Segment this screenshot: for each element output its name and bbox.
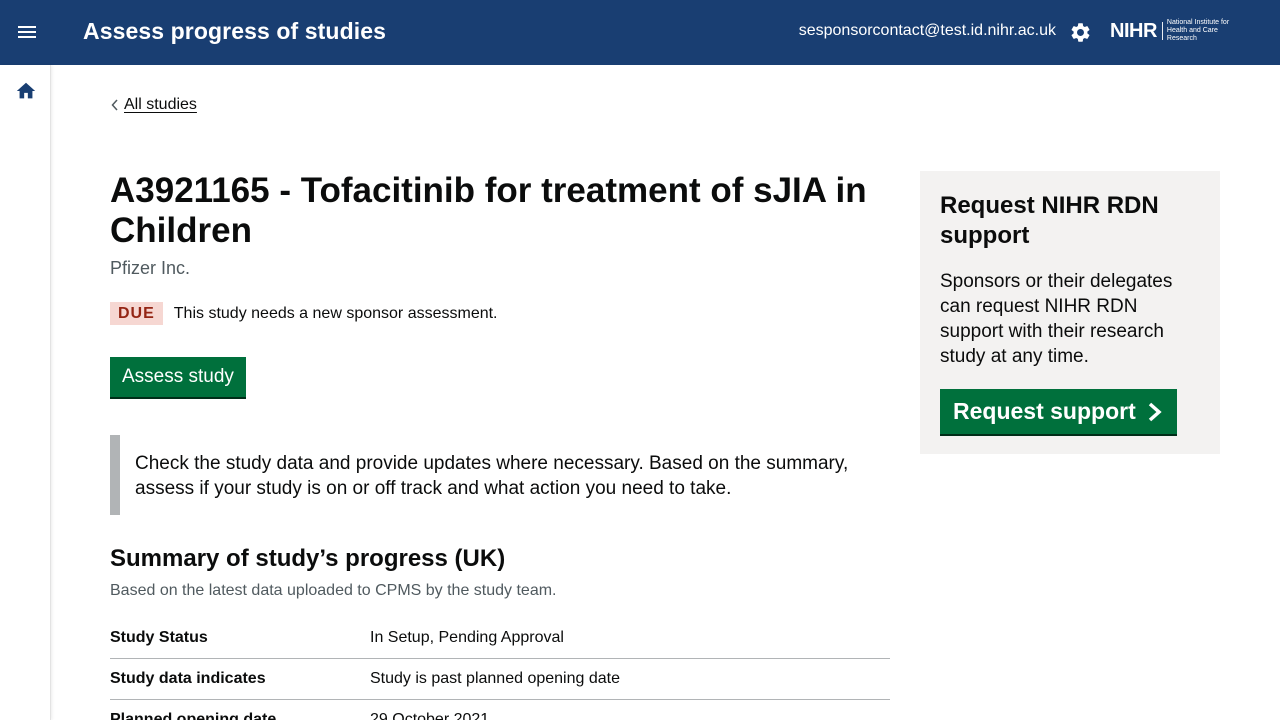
summary-value: Study is past planned opening date (370, 670, 620, 687)
summary-row: Study Status In Setup, Pending Approval (110, 618, 890, 659)
top-header: Assess progress of studies sesponsorcont… (0, 0, 1280, 65)
summary-heading: Summary of study’s progress (UK) (110, 545, 506, 572)
logo-divider (1161, 22, 1163, 40)
user-email: sesponsorcontact@test.id.nihr.ac.uk (798, 22, 1056, 39)
chevron-left-icon (111, 99, 118, 111)
assess-study-button[interactable]: Assess study (110, 357, 246, 397)
back-link-all-studies[interactable]: All studies (124, 96, 197, 114)
summary-key: Planned opening date (110, 711, 277, 720)
logo-main-text: NIHR (1110, 19, 1157, 42)
logo-sub-text: National Institute for Health and Care R… (1166, 19, 1230, 42)
request-support-label: Request support (953, 398, 1136, 424)
side-nav (0, 65, 51, 720)
inset-text: Check the study data and provide updates… (110, 435, 890, 515)
breadcrumb: All studies (110, 96, 197, 114)
chevron-right-icon (1148, 402, 1162, 421)
nihr-logo[interactable]: NIHR National Institute for Health and C… (1110, 19, 1249, 43)
summary-row: Study data indicates Study is past plann… (110, 659, 890, 700)
summary-key: Study data indicates (110, 670, 266, 687)
summary-value: In Setup, Pending Approval (370, 629, 564, 646)
menu-icon[interactable] (14, 20, 40, 46)
summary-list: Study Status In Setup, Pending Approval … (110, 618, 890, 720)
status-text: This study needs a new sponsor assessmen… (173, 304, 498, 322)
summary-subheading: Based on the latest data uploaded to CPM… (110, 582, 557, 599)
summary-row: Planned opening date 29 October 2021 (110, 700, 890, 720)
summary-value: 29 October 2021 (370, 711, 490, 720)
panel-body: Sponsors or their delegates can request … (940, 271, 1173, 367)
status-badge: DUE (110, 302, 163, 325)
sponsor-name: Pfizer Inc. (110, 258, 191, 278)
home-icon[interactable] (15, 80, 37, 102)
page-title: A3921165 - Tofacitinib for treatment of … (110, 171, 867, 250)
app-title: Assess progress of studies (83, 18, 386, 44)
request-support-button[interactable]: Request support (940, 389, 1177, 434)
gear-icon[interactable] (1069, 21, 1092, 44)
request-support-panel: Request NIHR RDN support Sponsors or the… (920, 171, 1220, 454)
status-row: DUE This study needs a new sponsor asses… (110, 302, 498, 325)
panel-heading: Request NIHR RDN support (940, 192, 1159, 249)
summary-key: Study Status (110, 629, 208, 646)
